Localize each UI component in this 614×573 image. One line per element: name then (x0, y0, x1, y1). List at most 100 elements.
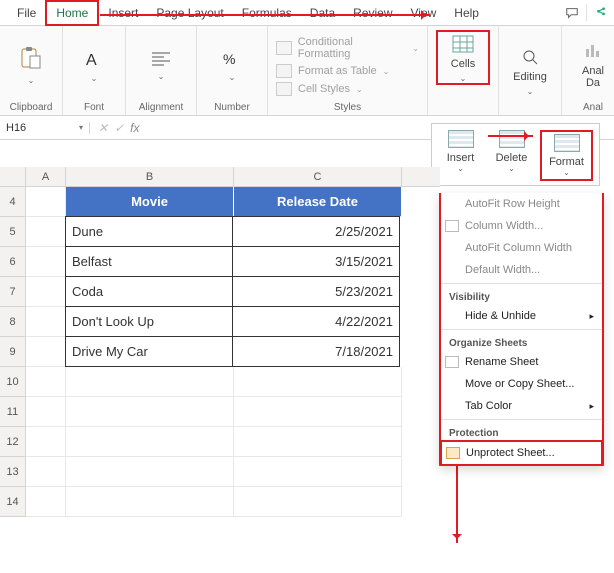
row-header[interactable]: 7 (0, 277, 26, 307)
tab-data[interactable]: Data (301, 2, 344, 24)
tab-file[interactable]: File (8, 2, 45, 24)
tab-home[interactable]: Home (45, 0, 99, 26)
share-icon[interactable] (588, 2, 614, 24)
tab-page-layout[interactable]: Page Layout (147, 2, 232, 24)
annotation-arrow (100, 14, 430, 16)
editing-button[interactable]: Editing⌄ (507, 47, 553, 96)
cell[interactable] (234, 487, 402, 517)
cell[interactable] (26, 427, 66, 457)
cell[interactable] (234, 367, 402, 397)
cancel-icon[interactable]: ✕ (98, 121, 108, 135)
cell[interactable] (26, 367, 66, 397)
font-button[interactable]: A⌄ (71, 48, 117, 83)
name-box[interactable]: H16▾ (0, 122, 90, 134)
cell[interactable] (26, 487, 66, 517)
unprotect-sheet-icon (446, 447, 460, 459)
enter-icon[interactable]: ✓ (114, 121, 124, 135)
menu-unprotect-sheet[interactable]: Unprotect Sheet... (440, 440, 603, 466)
format-as-table-button[interactable]: Format as Table⌄ (276, 62, 419, 80)
cell-header-release[interactable]: Release Date (234, 187, 402, 217)
cell[interactable]: 7/18/2021 (232, 336, 400, 367)
cell[interactable]: Coda (65, 276, 233, 307)
tab-insert[interactable]: Insert (99, 2, 147, 24)
conditional-formatting-button[interactable]: Conditional Formatting⌄ (276, 34, 419, 62)
cell[interactable]: 2/25/2021 (232, 216, 400, 247)
group-analyze: AnalDa Anal (562, 26, 614, 115)
row-header[interactable]: 8 (0, 307, 26, 337)
column-width-icon (445, 220, 459, 232)
col-header-c[interactable]: C (234, 167, 402, 186)
menu-autofit-col-width[interactable]: AutoFit Column Width (441, 237, 602, 259)
row-header[interactable]: 9 (0, 337, 26, 367)
cell[interactable] (26, 397, 66, 427)
group-label: Font (84, 100, 104, 113)
cells-button[interactable]: Cells⌄ (440, 34, 486, 83)
cell[interactable] (26, 277, 66, 307)
menu-heading-protection: Protection (441, 422, 602, 441)
menu-tab-color[interactable]: Tab Color▸ (441, 395, 602, 417)
select-all-corner[interactable] (0, 167, 26, 186)
tab-formulas[interactable]: Formulas (233, 2, 301, 24)
cell[interactable] (234, 397, 402, 427)
cell[interactable] (26, 457, 66, 487)
cell[interactable]: 4/22/2021 (232, 306, 400, 337)
menu-autofit-row-height[interactable]: AutoFit Row Height (441, 193, 602, 215)
group-clipboard: ⌄ Clipboard (0, 26, 63, 115)
fx-icon[interactable]: fx (130, 121, 139, 135)
cell[interactable] (234, 457, 402, 487)
group-editing: Editing⌄ (499, 26, 562, 115)
row-header[interactable]: 11 (0, 397, 26, 427)
cell[interactable]: Dune (65, 216, 233, 247)
cell[interactable]: Belfast (65, 246, 233, 277)
group-label: Anal (583, 100, 603, 113)
cell[interactable] (26, 217, 66, 247)
group-alignment: ⌄ Alignment (126, 26, 197, 115)
row-header[interactable]: 6 (0, 247, 26, 277)
row-header[interactable]: 12 (0, 427, 26, 457)
row-header[interactable]: 5 (0, 217, 26, 247)
menu-default-width[interactable]: Default Width... (441, 259, 602, 281)
cell[interactable]: 5/23/2021 (232, 276, 400, 307)
cell-header-movie[interactable]: Movie (66, 187, 234, 217)
col-header-a[interactable]: A (26, 167, 66, 186)
comments-icon[interactable] (559, 2, 585, 24)
cell-styles-button[interactable]: Cell Styles⌄ (276, 80, 419, 98)
svg-text:A: A (86, 52, 97, 69)
row-header[interactable]: 10 (0, 367, 26, 397)
clipboard-button[interactable]: ⌄ (8, 46, 54, 85)
worksheet-grid[interactable]: A B C 4 Movie Release Date 5 Dune 2/25/2… (0, 167, 440, 517)
alignment-button[interactable]: ⌄ (134, 50, 188, 81)
menu-rename-sheet[interactable]: Rename Sheet (441, 351, 602, 373)
group-number: %⌄ Number (197, 26, 268, 115)
cell[interactable] (26, 307, 66, 337)
cell[interactable] (26, 337, 66, 367)
menu-heading-organize: Organize Sheets (441, 332, 602, 351)
menu-hide-unhide[interactable]: Hide & Unhide▸ (441, 305, 602, 327)
insert-cells-button[interactable]: Insert⌄ (438, 130, 483, 181)
tab-review[interactable]: Review (344, 2, 401, 24)
analyze-button[interactable]: AnalDa (570, 41, 614, 89)
menu-move-copy-sheet[interactable]: Move or Copy Sheet... (441, 373, 602, 395)
cell[interactable] (66, 427, 234, 457)
rename-sheet-icon (445, 356, 459, 368)
number-button[interactable]: %⌄ (205, 49, 259, 82)
row-header[interactable]: 14 (0, 487, 26, 517)
group-cells: Cells⌄ (428, 26, 499, 115)
col-header-b[interactable]: B (66, 167, 234, 186)
cell[interactable] (66, 397, 234, 427)
row-header[interactable]: 13 (0, 457, 26, 487)
format-cells-button[interactable]: Format⌄ (544, 134, 589, 177)
row-header[interactable]: 4 (0, 187, 26, 217)
cell[interactable]: Drive My Car (65, 336, 233, 367)
tab-help[interactable]: Help (445, 2, 488, 24)
menu-column-width[interactable]: Column Width... (441, 215, 602, 237)
cell[interactable] (26, 187, 66, 217)
cell[interactable] (66, 367, 234, 397)
group-label: Alignment (139, 100, 183, 113)
cell[interactable] (66, 487, 234, 517)
cell[interactable] (234, 427, 402, 457)
cell[interactable]: 3/15/2021 (232, 246, 400, 277)
cell[interactable] (66, 457, 234, 487)
cell[interactable]: Don't Look Up (65, 306, 233, 337)
cell[interactable] (26, 247, 66, 277)
